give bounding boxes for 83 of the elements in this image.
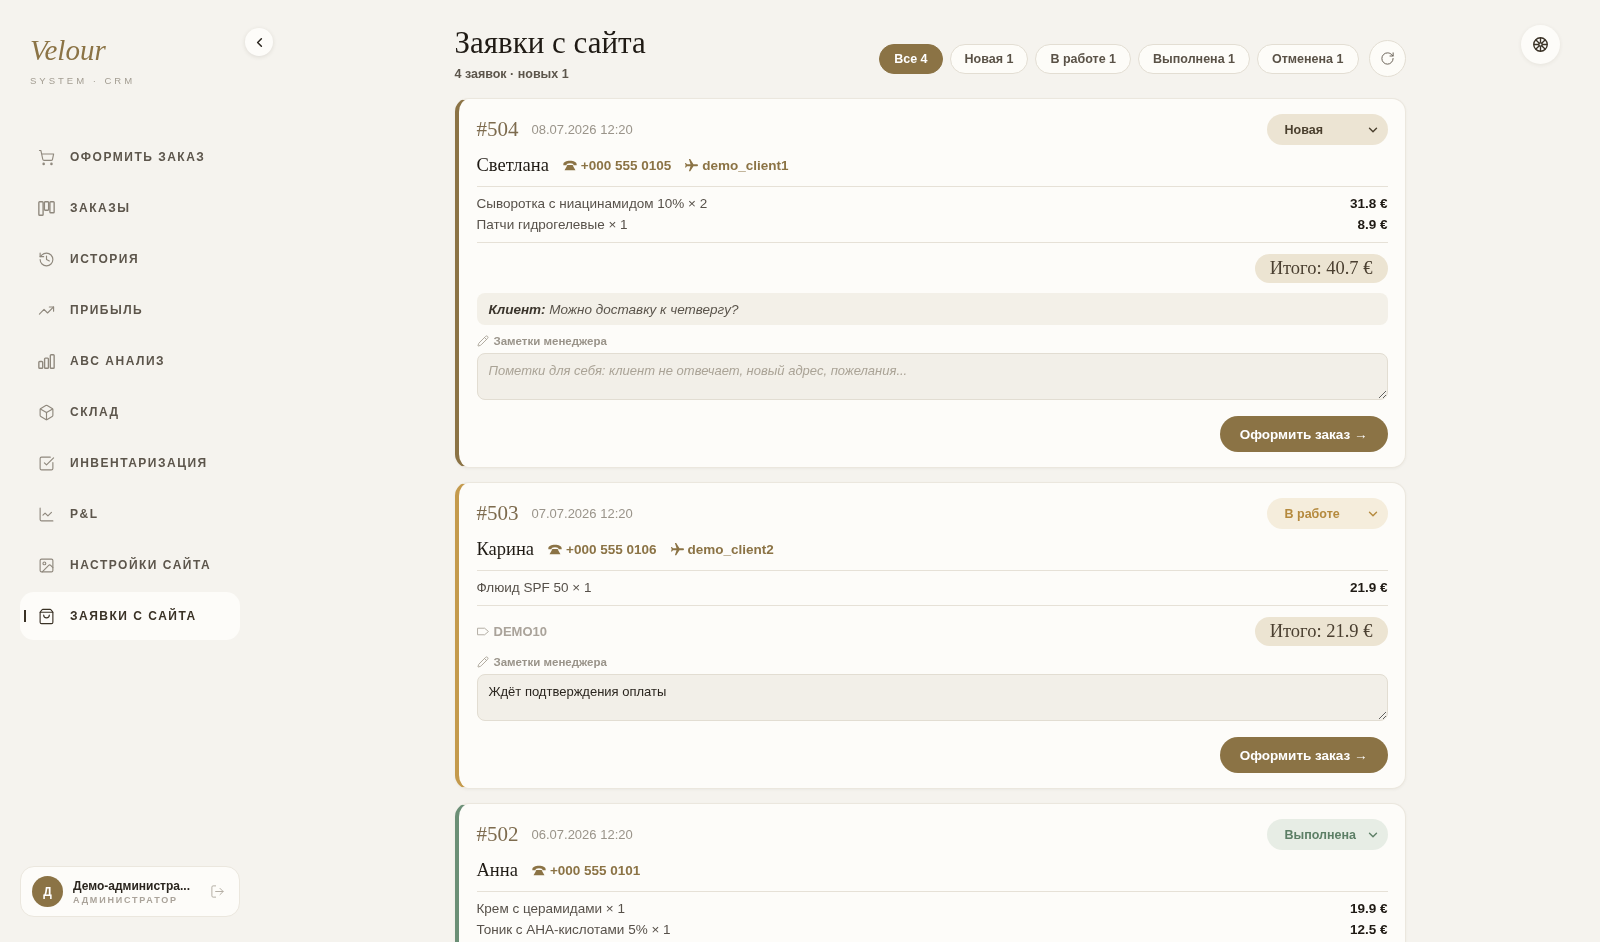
sidebar-item[interactable]: ПРИБЫЛЬ <box>20 286 240 334</box>
item-name: Флюид SPF 50 × 1 <box>476 580 592 595</box>
status-select[interactable]: Новая <box>1266 114 1388 145</box>
phone-icon <box>562 159 577 171</box>
phone-link[interactable]: +000 555 0106 <box>548 541 657 557</box>
tag-icon <box>476 627 489 636</box>
order-number: #503 <box>476 501 519 526</box>
checkbox-icon <box>38 454 55 472</box>
user-avatar: Д <box>32 876 63 907</box>
filter-tab[interactable]: Выполнена 1 <box>1138 43 1250 74</box>
create-order-button[interactable]: Оформить заказ → <box>1219 416 1388 452</box>
item-name: Тоник с AHA-кислотами 5% × 1 <box>476 922 671 937</box>
create-order-button[interactable]: Оформить заказ → <box>1219 737 1388 773</box>
sidebar-item[interactable]: ABC АНАЛИЗ <box>20 337 240 385</box>
pencil-icon <box>476 656 489 668</box>
wheel-icon <box>1533 37 1548 52</box>
sidebar-item[interactable]: ИСТОРИЯ <box>20 235 240 283</box>
item-name: Патчи гидрогелевые × 1 <box>476 217 628 232</box>
item-price: 21.9 € <box>1349 580 1388 595</box>
user-name: Демо-администра... <box>73 878 190 893</box>
columns-icon <box>38 199 55 217</box>
logo-tagline: SYSTEM · CRM <box>30 75 136 87</box>
cart-icon <box>38 148 55 166</box>
sidebar-item[interactable]: ИНВЕНТАРИЗАЦИЯ <box>20 439 240 487</box>
filter-tab[interactable]: В работе 1 <box>1035 43 1132 74</box>
bar-chart-icon <box>38 352 55 370</box>
promo-code: DEMO10 <box>493 624 547 639</box>
phone-link[interactable]: +000 555 0105 <box>562 157 672 173</box>
active-indicator <box>24 610 26 622</box>
image-icon <box>38 556 55 574</box>
history-icon <box>38 250 55 268</box>
item-price: 19.9 € <box>1349 901 1388 916</box>
refresh-icon <box>1379 51 1395 66</box>
notes-field[interactable]: Ждёт подтверждения оплаты <box>476 674 1388 721</box>
phone-icon <box>531 864 546 876</box>
order-date: 06.07.2026 12:20 <box>531 827 633 842</box>
refresh-button[interactable] <box>1368 40 1406 77</box>
item-price: 8.9 € <box>1357 217 1388 232</box>
page-title: Заявки с сайта <box>454 25 646 61</box>
logout-icon <box>210 884 225 899</box>
order-date: 07.07.2026 12:20 <box>531 506 633 521</box>
filter-tab[interactable]: Отменена 1 <box>1257 43 1359 74</box>
item-name: Крем с церамидами × 1 <box>476 901 625 916</box>
cube-icon <box>38 403 55 421</box>
phone-link[interactable]: +000 555 0101 <box>531 862 641 878</box>
notes-label: Заметки менеджера <box>493 656 607 668</box>
username-link[interactable]: demo_client1 <box>685 157 789 173</box>
total-amount: Итого: 21.9 € <box>1254 617 1388 646</box>
order-date: 08.07.2026 12:20 <box>531 122 633 137</box>
sidebar-item[interactable]: СКЛАД <box>20 388 240 436</box>
line-chart-icon <box>38 505 55 523</box>
order-number: #502 <box>476 822 519 847</box>
item-price: 31.8 € <box>1349 196 1388 211</box>
notes-label: Заметки менеджера <box>493 335 607 347</box>
page-subtitle: 4 заявок · новых 1 <box>454 66 570 83</box>
username-link[interactable]: demo_client2 <box>670 541 774 557</box>
user-role: АДМИНИСТРАТОР <box>73 894 179 905</box>
total-amount: Итого: 40.7 € <box>1254 254 1388 283</box>
notes-field[interactable]: Пометки для себя: клиент не отвечает, новый адрес, пожелания... <box>476 353 1388 400</box>
item-price: 12.5 € <box>1349 922 1388 937</box>
customer-name: Карина <box>476 538 535 560</box>
filter-tab[interactable]: Все 4 <box>879 43 943 74</box>
sidebar-item[interactable]: ЗАЯВКИ С САЙТА <box>20 592 240 640</box>
order-number: #504 <box>476 117 519 142</box>
logo: Velour <box>30 33 106 67</box>
bag-icon <box>38 607 55 625</box>
filter-tab[interactable]: Новая 1 <box>949 43 1029 74</box>
pencil-icon <box>476 335 489 347</box>
plane-icon <box>685 158 699 172</box>
customer-name: Светлана <box>476 154 549 176</box>
customer-name: Анна <box>476 859 518 881</box>
client-comment: Клиент: Можно доставку к четвергу? <box>476 293 1388 325</box>
sidebar-item[interactable]: НАСТРОЙКИ САЙТА <box>20 541 240 589</box>
sidebar-item[interactable]: P&L <box>20 490 240 538</box>
wheel-button[interactable] <box>1521 25 1560 64</box>
status-select[interactable]: Выполнена <box>1266 819 1388 850</box>
phone-icon <box>548 543 563 555</box>
item-name: Сыворотка с ниацинамидом 10% × 2 <box>476 196 708 211</box>
logout-button[interactable] <box>210 884 225 899</box>
sidebar-item[interactable]: ЗАКАЗЫ <box>20 184 240 232</box>
plane-icon <box>670 542 684 556</box>
collapse-button[interactable] <box>245 28 273 56</box>
sidebar-item[interactable]: ОФОРМИТЬ ЗАКАЗ <box>20 133 240 181</box>
